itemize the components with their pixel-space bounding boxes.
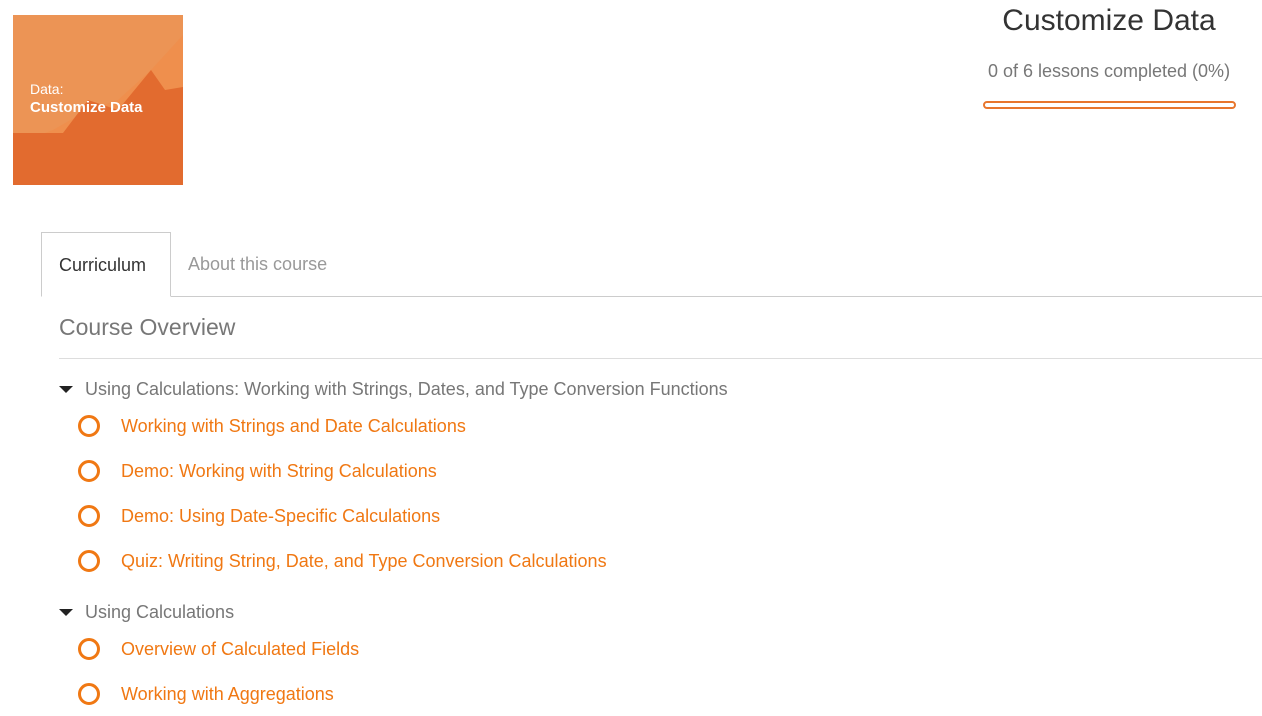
tab-bar: Curriculum About this course [41,232,1262,297]
lesson-item[interactable]: Quiz: Writing String, Date, and Type Con… [78,548,607,574]
incomplete-circle-icon [78,638,100,660]
incomplete-circle-icon [78,460,100,482]
section-toggle-using-calculations[interactable]: Using Calculations [59,600,234,624]
incomplete-circle-icon [78,415,100,437]
lesson-link[interactable]: Demo: Using Date-Specific Calculations [121,506,440,527]
course-page: Data: Customize Data Customize Data 0 of… [0,0,1262,716]
course-title: Customize Data [1002,4,1216,37]
caret-down-icon [59,608,73,616]
lesson-item[interactable]: Working with Aggregations [78,681,334,707]
lesson-link[interactable]: Overview of Calculated Fields [121,639,359,660]
section-title: Using Calculations [85,601,235,622]
lesson-link[interactable]: Demo: Working with String Calculations [121,461,437,482]
lesson-item[interactable]: Demo: Using Date-Specific Calculations [78,503,440,529]
lesson-item[interactable]: Overview of Calculated Fields [78,636,359,662]
tab-about-this-course[interactable]: About this course [171,232,344,296]
lesson-item[interactable]: Demo: Working with String Calculations [78,458,437,484]
divider [59,358,1262,359]
progress-text: 0 of 6 lessons completed (0%) [987,61,1231,81]
incomplete-circle-icon [78,683,100,705]
lesson-link[interactable]: Working with Strings and Date Calculatio… [121,416,466,437]
thumbnail-line2: Customize Data [30,99,143,116]
lesson-link[interactable]: Working with Aggregations [121,684,334,705]
lesson-link[interactable]: Quiz: Writing String, Date, and Type Con… [121,551,607,572]
tab-curriculum[interactable]: Curriculum [41,232,171,297]
incomplete-circle-icon [78,505,100,527]
progress-bar [983,101,1236,109]
section-title: Using Calculations: Working with Strings… [85,378,728,399]
section-toggle-strings-dates[interactable]: Using Calculations: Working with Strings… [59,377,728,401]
course-thumbnail: Data: Customize Data [13,15,183,185]
lesson-item[interactable]: Working with Strings and Date Calculatio… [78,413,466,439]
course-overview-heading: Course Overview [59,314,236,340]
thumbnail-line1: Data: [30,81,64,97]
caret-down-icon [59,385,73,393]
incomplete-circle-icon [78,550,100,572]
